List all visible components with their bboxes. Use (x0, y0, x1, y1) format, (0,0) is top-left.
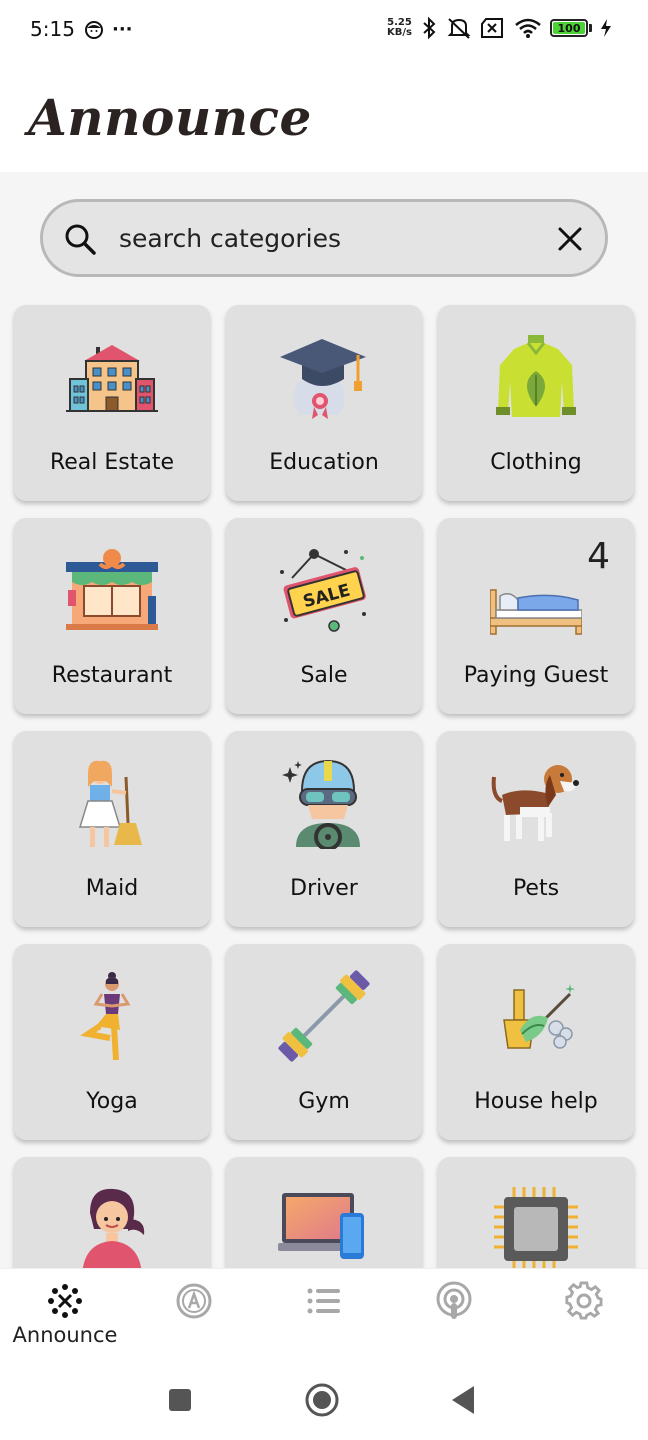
category-label: Restaurant (51, 663, 173, 688)
announce-icon (48, 1284, 82, 1318)
nav-label: Announce (12, 1323, 118, 1347)
category-card-driver[interactable]: Driver (226, 731, 422, 927)
category-card-education[interactable]: Education (226, 305, 422, 501)
charging-icon (601, 19, 611, 37)
system-nav-bar (0, 1360, 648, 1440)
category-label: Education (269, 450, 379, 475)
bottom-nav: Announce (0, 1268, 648, 1360)
laptop-phone-icon (278, 1193, 364, 1259)
dumbbell-icon (278, 970, 370, 1062)
yoga-icon (80, 972, 131, 1061)
search-input[interactable] (119, 214, 539, 262)
status-bar: 5:15 ··· 5.25 KB/s 100 (0, 0, 648, 62)
home-icon[interactable] (304, 1382, 340, 1418)
category-label: Gym (298, 1089, 350, 1114)
category-card-restaurant[interactable]: Restaurant (14, 518, 210, 714)
podcast-icon (436, 1281, 472, 1319)
driver-icon (282, 759, 360, 849)
category-label: Pets (512, 876, 560, 901)
status-time: 5:15 (30, 17, 75, 41)
nav-item-a[interactable] (129, 1269, 259, 1361)
category-card-maid[interactable]: Maid (14, 731, 210, 927)
category-card[interactable] (14, 1157, 210, 1268)
nav-item-podcast[interactable] (389, 1269, 519, 1361)
category-card-clothing[interactable]: Clothing (438, 305, 634, 501)
category-card[interactable] (226, 1157, 422, 1268)
category-label: House help (474, 1089, 598, 1114)
app-header: Announce (0, 62, 648, 172)
mute-icon (447, 18, 471, 39)
nav-item-announce[interactable]: Announce (0, 1269, 130, 1361)
category-label: Maid (85, 876, 139, 901)
category-card-pets[interactable]: Pets (438, 731, 634, 927)
list-icon (307, 1288, 340, 1314)
category-grid: Real Estate Education Clothing Restauran… (14, 305, 636, 1268)
gear-icon (565, 1281, 603, 1320)
search-bar (40, 199, 608, 277)
category-card-yoga[interactable]: Yoga (14, 944, 210, 1140)
category-label: Sale (300, 663, 348, 688)
category-card-house-help[interactable]: House help (438, 944, 634, 1140)
battery-icon: 100 (550, 19, 592, 37)
building-icon (66, 345, 158, 412)
status-more: ··· (112, 19, 133, 40)
category-card[interactable] (438, 1157, 634, 1268)
close-icon[interactable] (555, 224, 585, 254)
no-sim-icon (481, 18, 503, 38)
category-label: Yoga (86, 1089, 138, 1114)
category-card-sale[interactable]: SALE Sale (226, 518, 422, 714)
bluetooth-icon (423, 16, 436, 40)
nav-item-list[interactable] (259, 1269, 389, 1361)
category-label: Clothing (490, 450, 582, 475)
sale-sign-icon: SALE (280, 549, 366, 632)
search-icon[interactable] (63, 222, 97, 256)
cleaning-icon (503, 984, 575, 1049)
face-icon (85, 20, 103, 39)
net-speed: 5.25 KB/s (387, 17, 412, 38)
back-icon[interactable] (444, 1382, 480, 1418)
restaurant-icon (66, 549, 158, 630)
guest-count-badge: 4 (587, 536, 610, 577)
graduation-cap-icon (280, 339, 366, 419)
maid-icon (78, 760, 142, 847)
category-label: Real Estate (49, 450, 175, 475)
jacket-icon (496, 335, 576, 417)
category-card-real-estate[interactable]: Real Estate (14, 305, 210, 501)
category-label: Driver (290, 876, 358, 901)
a-circle-icon (176, 1283, 212, 1319)
main-content: Real Estate Education (0, 172, 648, 1268)
wifi-icon (515, 18, 541, 38)
nav-item-settings[interactable] (519, 1269, 648, 1361)
category-card-paying-guest[interactable]: 4 Paying Guest (438, 518, 634, 714)
dog-icon (491, 765, 579, 841)
category-label: Paying Guest (463, 663, 609, 688)
chip-icon (494, 1187, 578, 1268)
recents-icon[interactable] (162, 1382, 198, 1418)
page-title: Announce (28, 88, 312, 147)
bed-icon (490, 589, 582, 635)
category-card-gym[interactable]: Gym (226, 944, 422, 1140)
woman-icon (82, 1188, 145, 1268)
